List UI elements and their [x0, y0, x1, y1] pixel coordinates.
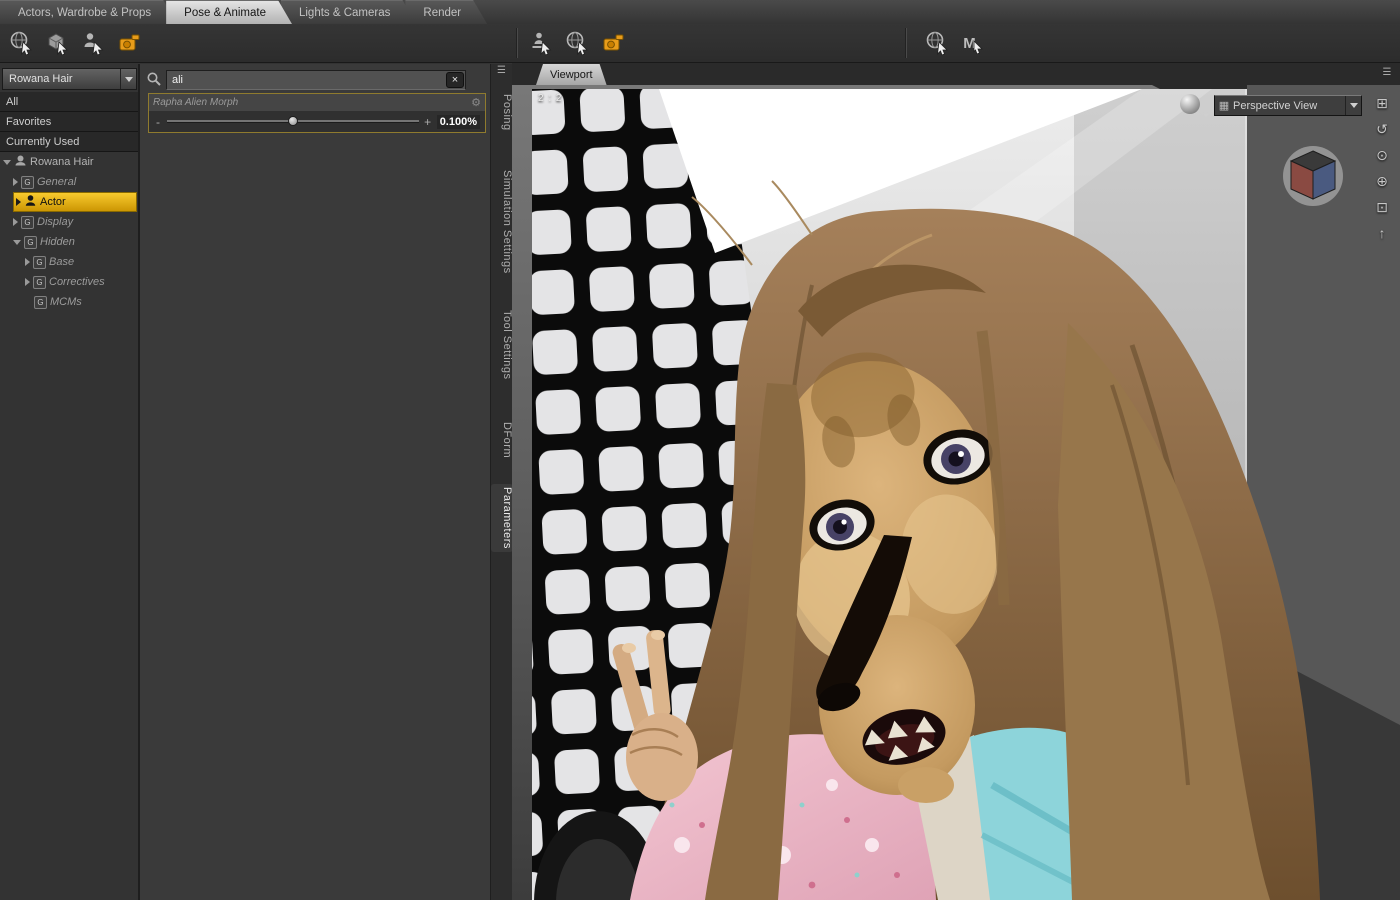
- gear-icon[interactable]: ⚙: [471, 96, 481, 109]
- active-camera-icon[interactable]: [112, 26, 148, 60]
- tree-root-rowana-hair[interactable]: Rowana Hair: [0, 152, 138, 172]
- pan-tool-icon[interactable]: ⊞: [1370, 93, 1394, 113]
- parameter-name: Rapha Alien Morph: [153, 97, 239, 108]
- parameter-search-row: ×: [140, 68, 490, 92]
- expand-arrow-icon[interactable]: [25, 278, 30, 286]
- sphere-icon: [1180, 94, 1200, 114]
- aim-tool-icon[interactable]: ⊙: [1370, 145, 1394, 165]
- chevron-down-icon: [1202, 113, 1210, 118]
- expand-arrow-icon[interactable]: [3, 159, 11, 165]
- tree-item-hidden[interactable]: G Hidden: [0, 232, 138, 252]
- scene-rotate-icon[interactable]: [560, 26, 596, 60]
- translate-tool-icon[interactable]: [40, 26, 76, 60]
- scene-filter-dropdown[interactable]: Rowana Hair: [2, 68, 137, 90]
- grid-view-icon: ▦: [1218, 100, 1230, 112]
- camera-dock-icon[interactable]: [596, 26, 632, 60]
- collapse-arrow-icon[interactable]: [13, 239, 21, 245]
- parameter-widget: Rapha Alien Morph ⚙ - + 0.100%: [148, 93, 486, 133]
- tree-item-general[interactable]: G General: [0, 172, 138, 192]
- panel-menu-icon[interactable]: ☰: [1378, 66, 1396, 80]
- increment-button[interactable]: +: [424, 115, 432, 129]
- scene-panel: Rowana Hair All Favorites Currently Used…: [0, 64, 140, 900]
- chevron-down-icon: [120, 69, 136, 89]
- main-tab-bar: Actors, Wardrobe & Props Pose & Animate …: [0, 0, 1400, 24]
- tree-item-correctives[interactable]: G Correctives: [0, 272, 138, 292]
- parameter-slider[interactable]: [167, 116, 419, 126]
- expand-arrow-icon[interactable]: [16, 198, 21, 206]
- pane-tab-strip: ☰ Posing Simulation Settings Tool Settin…: [490, 64, 513, 900]
- aspect-frame-label: 2 : 2: [538, 93, 563, 104]
- daz-studio-window: Actors, Wardrobe & Props Pose & Animate …: [0, 0, 1400, 900]
- zoom-tool-icon[interactable]: ⊕: [1370, 171, 1394, 191]
- camera-view-dropdown[interactable]: ▦ Perspective View: [1214, 95, 1362, 116]
- filter-currently-used[interactable]: Currently Used: [0, 132, 138, 152]
- search-input[interactable]: [166, 70, 466, 90]
- reset-view-icon[interactable]: ↑: [1370, 223, 1394, 243]
- render-scene[interactable]: [512, 85, 1400, 900]
- clear-search-icon[interactable]: ×: [446, 72, 464, 88]
- tree-item-actor[interactable]: Actor: [13, 192, 137, 212]
- tab-viewport[interactable]: Viewport: [536, 64, 607, 85]
- parameters-panel: × Rapha Alien Morph ⚙ - + 0.100%: [140, 64, 490, 900]
- tree-item-display[interactable]: G Display: [0, 212, 138, 232]
- group-icon: G: [33, 255, 46, 269]
- figure-dock-icon[interactable]: [524, 26, 560, 60]
- tab-posing[interactable]: Posing: [491, 94, 513, 131]
- viewport-control-strip: ⊞ ↺ ⊙ ⊕ ⊡ ↑: [1370, 93, 1396, 243]
- tree-item-mcms[interactable]: G MCMs: [0, 292, 138, 312]
- decrement-button[interactable]: -: [154, 115, 162, 129]
- actor-selection-tool-icon[interactable]: [76, 26, 112, 60]
- filter-all[interactable]: All: [0, 92, 138, 112]
- view-cube[interactable]: [1277, 143, 1349, 212]
- expand-arrow-icon[interactable]: [25, 258, 30, 266]
- slider-thumb[interactable]: [287, 116, 298, 126]
- orbit-tool-icon[interactable]: ↺: [1370, 119, 1394, 139]
- tab-simulation-settings[interactable]: Simulation Settings: [491, 170, 513, 274]
- expand-arrow-icon[interactable]: [13, 178, 18, 186]
- group-icon: G: [24, 235, 37, 249]
- scene-tree: Rowana Hair G General Actor G Display G …: [0, 152, 138, 312]
- toolbar: M: [0, 24, 1400, 63]
- tab-pose-animate[interactable]: Pose & Animate: [166, 0, 292, 24]
- tab-render[interactable]: Render: [405, 0, 487, 24]
- chevron-down-icon: [1345, 96, 1361, 115]
- filter-list: All Favorites Currently Used: [0, 92, 138, 152]
- toolbar-separator: [516, 28, 518, 58]
- group-icon: G: [33, 275, 46, 289]
- hair-node-icon: [14, 154, 27, 170]
- tab-actors-wardrobe-props[interactable]: Actors, Wardrobe & Props: [0, 0, 177, 24]
- tree-item-base[interactable]: G Base: [0, 252, 138, 272]
- panel-menu-icon[interactable]: ☰: [491, 64, 512, 78]
- orbit-select-icon[interactable]: [920, 26, 956, 60]
- expand-arrow-icon[interactable]: [13, 218, 18, 226]
- search-icon[interactable]: [146, 71, 162, 90]
- viewport-header: Viewport ☰: [512, 63, 1400, 85]
- tab-lights-cameras[interactable]: Lights & Cameras: [281, 0, 416, 24]
- filter-favorites[interactable]: Favorites: [0, 112, 138, 132]
- toolbar-separator: [905, 28, 907, 58]
- group-icon: G: [34, 295, 47, 309]
- group-icon: G: [21, 215, 34, 229]
- frame-tool-icon[interactable]: ⊡: [1370, 197, 1394, 217]
- viewport[interactable]: 2 : 2 ▦ Perspective View ⊞ ↺ ⊙ ⊕ ⊡ ↑: [512, 85, 1400, 900]
- lighting-sphere-control[interactable]: [1180, 94, 1210, 118]
- group-icon: G: [21, 175, 34, 189]
- actor-icon: [24, 194, 37, 210]
- tab-dform[interactable]: DForm: [491, 422, 513, 458]
- tab-parameters[interactable]: Parameters: [491, 484, 513, 552]
- morphs-tool-icon[interactable]: M: [956, 26, 992, 60]
- node-selection-tool-icon[interactable]: [4, 26, 40, 60]
- tab-tool-settings[interactable]: Tool Settings: [491, 310, 513, 379]
- parameter-value[interactable]: 0.100%: [436, 114, 480, 129]
